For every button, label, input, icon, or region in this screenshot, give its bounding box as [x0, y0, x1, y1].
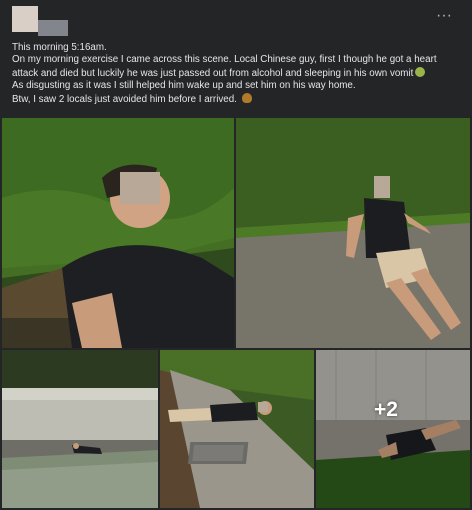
photo-2[interactable] [236, 118, 470, 348]
facebook-post: ··· This morning 5:16am. On my morning e… [0, 0, 472, 510]
more-photos-overlay[interactable]: +2 [316, 350, 470, 508]
post-text: This morning 5:16am. On my morning exerc… [12, 42, 462, 106]
post-line-1: This morning 5:16am. [12, 42, 107, 53]
post-line-2: On my morning exercise I came across thi… [12, 54, 462, 80]
photo-2-image [236, 118, 470, 348]
post-line-3: As disgusting as it was I still helped h… [12, 80, 356, 92]
photo-grid: +2 [2, 118, 470, 508]
post-line-2-text: On my morning exercise I came across thi… [12, 54, 437, 79]
photo-5-more[interactable]: +2 [316, 350, 470, 508]
more-photos-count: +2 [374, 398, 398, 421]
post-line-4-text: Btw, I saw 2 locals just avoided him bef… [12, 93, 237, 105]
more-options-icon[interactable]: ··· [432, 8, 456, 28]
photo-1[interactable] [2, 118, 234, 348]
nauseated-face-emoji [415, 66, 426, 77]
author-name-redacted[interactable] [38, 20, 68, 36]
photo-1-image [2, 118, 234, 348]
post-line-4: Btw, I saw 2 locals just avoided him bef… [12, 92, 462, 106]
photo-3-image [2, 350, 158, 508]
avatar[interactable] [12, 6, 38, 32]
poop-emoji [241, 92, 252, 103]
post-header: ··· [10, 6, 462, 42]
photo-4-image [160, 350, 314, 508]
photo-4[interactable] [160, 350, 314, 508]
photo-3[interactable] [2, 350, 158, 508]
